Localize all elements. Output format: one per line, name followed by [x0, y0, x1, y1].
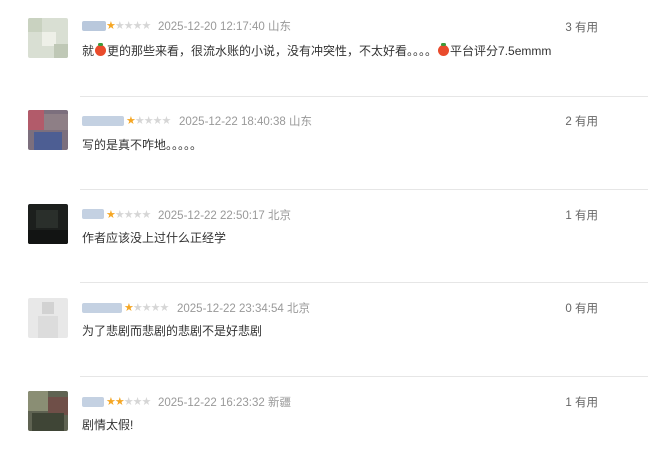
comment-text: 写的是真不咋地。。。。。: [82, 138, 203, 152]
star-rating: ★★★★★: [106, 395, 151, 408]
comment-meta: 2025-12-22 23:34:54 北京: [177, 302, 310, 316]
comment-meta: 2025-12-22 22:50:17 北京: [158, 209, 291, 223]
avatar[interactable]: [28, 110, 68, 150]
username-blurred[interactable]: [82, 209, 104, 219]
helpful-button[interactable]: 2 有用: [565, 115, 598, 129]
comment-text: 为了悲剧而悲剧的悲剧不是好悲剧: [82, 324, 263, 338]
comment-meta: 2025-12-22 18:40:38 山东: [179, 115, 312, 129]
divider: [80, 189, 648, 190]
avatar[interactable]: [28, 391, 68, 431]
tomato-icon: [438, 43, 450, 56]
helpful-button[interactable]: 0 有用: [565, 302, 598, 316]
comment-text: 剧情太假!: [82, 418, 134, 432]
helpful-button[interactable]: 1 有用: [565, 396, 598, 410]
star-rating: ★★★★★: [106, 19, 151, 32]
comment-text: 作者应该没上过什么正经学: [82, 231, 227, 245]
avatar[interactable]: [28, 298, 68, 338]
username-blurred[interactable]: [82, 116, 124, 126]
comment-location: 北京: [287, 303, 310, 315]
divider: [80, 96, 648, 97]
star-rating: ★★★★★: [106, 208, 151, 221]
comment-datetime: 2025-12-22 18:40:38: [179, 116, 286, 128]
comment-location: 山东: [289, 116, 312, 128]
comment-meta: 2025-12-22 16:23:32 新疆: [158, 396, 291, 410]
comment-datetime: 2025-12-22 23:34:54: [177, 303, 284, 315]
avatar[interactable]: [28, 204, 68, 244]
star-rating: ★★★★★: [126, 114, 171, 127]
star-rating: ★★★★★: [124, 301, 169, 314]
comment-text: 就更的那些来看，很流水账的小说，没有冲突性，不太好看。。。。 平台评分7.5emm…: [82, 43, 552, 58]
divider: [80, 282, 648, 283]
helpful-button[interactable]: 3 有用: [565, 21, 598, 35]
divider: [80, 376, 648, 377]
username-blurred[interactable]: [82, 303, 122, 313]
comment-meta: 2025-12-20 12:17:40 山东: [158, 20, 291, 34]
comment-location: 新疆: [268, 397, 291, 409]
comment-datetime: 2025-12-22 16:23:32: [158, 397, 265, 409]
comment-datetime: 2025-12-22 22:50:17: [158, 210, 265, 222]
username-blurred[interactable]: [82, 21, 106, 31]
comment-location: 山东: [268, 21, 291, 33]
tomato-icon: [95, 43, 107, 56]
helpful-button[interactable]: 1 有用: [565, 209, 598, 223]
username-blurred[interactable]: [82, 397, 104, 407]
avatar[interactable]: [28, 18, 68, 58]
comment-location: 北京: [268, 210, 291, 222]
comment-datetime: 2025-12-20 12:17:40: [158, 21, 265, 33]
